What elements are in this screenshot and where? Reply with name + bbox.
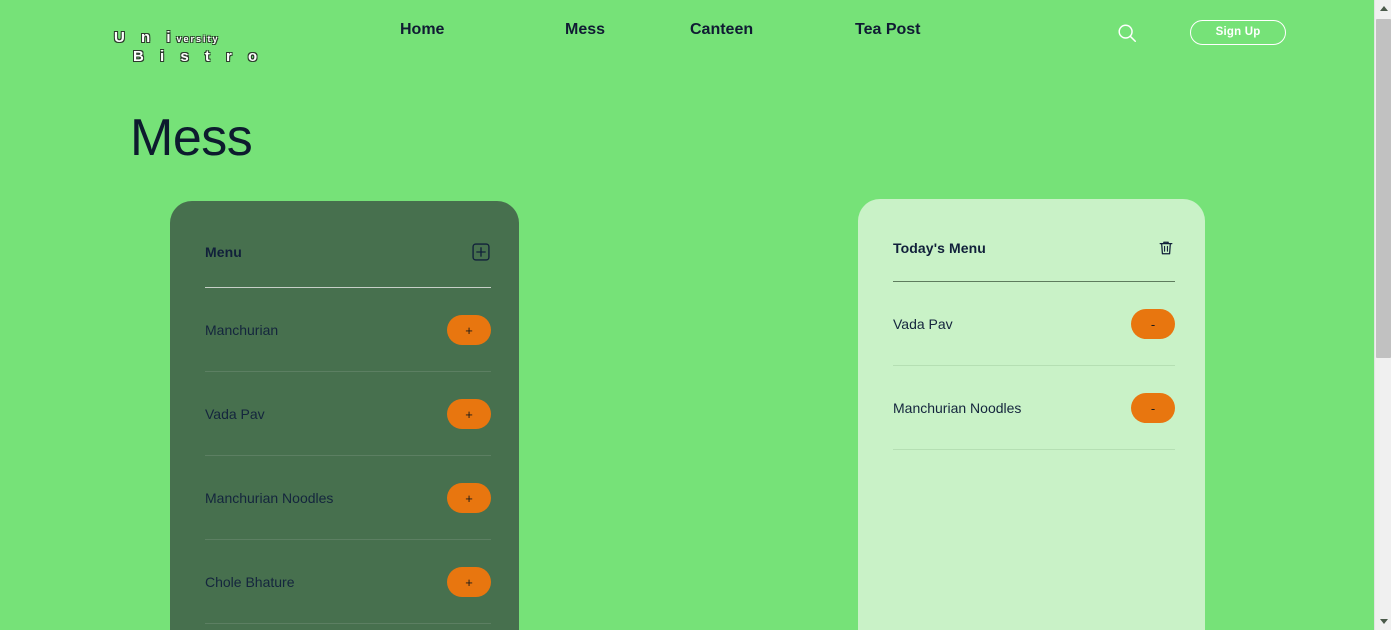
logo-line-one: U n iversity (114, 30, 263, 46)
todays-menu-item-list: Vada Pav - Manchurian Noodles - (858, 282, 1205, 450)
todays-item-label: Manchurian Noodles (893, 400, 1022, 416)
menu-item-label: Manchurian Noodles (205, 490, 334, 506)
list-item: Manchurian + (205, 288, 491, 372)
logo-uni-text: U n i (114, 29, 177, 46)
list-item: Manchurian Noodles - (893, 366, 1175, 450)
list-item: Vada Pav + (205, 372, 491, 456)
menu-item-list: Manchurian + Vada Pav + Manchurian Noodl… (170, 288, 519, 624)
page-title: Mess (130, 109, 253, 167)
scroll-down-arrow-icon[interactable] (1375, 613, 1391, 630)
logo-versity-text: versity (176, 34, 220, 44)
add-item-button[interactable]: + (447, 567, 491, 597)
main-navigation: Home Mess Canteen Tea Post (400, 21, 975, 39)
add-item-button[interactable]: + (447, 315, 491, 345)
scrollbar-thumb[interactable] (1376, 19, 1391, 358)
scroll-up-arrow-icon[interactable] (1375, 0, 1391, 17)
nav-item-home[interactable]: Home (400, 21, 565, 39)
list-item: Chole Bhature + (205, 540, 491, 624)
menu-card-title: Menu (205, 244, 242, 260)
todays-item-label: Vada Pav (893, 316, 953, 332)
menu-card-header: Menu (170, 201, 519, 261)
add-item-button[interactable]: + (447, 399, 491, 429)
menu-item-label: Vada Pav (205, 406, 265, 422)
vertical-scrollbar[interactable] (1374, 0, 1391, 630)
logo-bistro-text: B i s t r o (133, 48, 264, 65)
site-header: U n iversity B i s t r o Home Mess Cante… (0, 0, 1374, 64)
add-item-button[interactable]: + (447, 483, 491, 513)
todays-menu-card-title: Today's Menu (893, 240, 986, 256)
remove-item-button[interactable]: - (1131, 393, 1175, 423)
signup-button[interactable]: Sign Up (1190, 20, 1286, 45)
trash-icon[interactable] (1157, 239, 1175, 257)
brand-logo[interactable]: U n iversity B i s t r o (114, 30, 263, 64)
page-content: U n iversity B i s t r o Home Mess Cante… (0, 0, 1374, 630)
add-square-icon[interactable] (472, 243, 490, 261)
list-item: Manchurian Noodles + (205, 456, 491, 540)
nav-item-mess[interactable]: Mess (565, 21, 690, 39)
menu-card: Menu Manchurian + Vada Pav + Manchurian … (170, 201, 519, 630)
list-item: Vada Pav - (893, 282, 1175, 366)
search-icon[interactable] (1116, 22, 1138, 44)
todays-menu-card-header: Today's Menu (858, 199, 1205, 257)
todays-menu-card: Today's Menu Vada Pav - Manchurian Noodl… (858, 199, 1205, 630)
menu-item-label: Manchurian (205, 322, 279, 338)
menu-item-label: Chole Bhature (205, 574, 295, 590)
remove-item-button[interactable]: - (1131, 309, 1175, 339)
nav-item-tea-post[interactable]: Tea Post (855, 21, 975, 39)
header-actions: Sign Up (1116, 20, 1286, 45)
app-viewport: U n iversity B i s t r o Home Mess Cante… (0, 0, 1391, 630)
nav-item-canteen[interactable]: Canteen (690, 21, 855, 39)
